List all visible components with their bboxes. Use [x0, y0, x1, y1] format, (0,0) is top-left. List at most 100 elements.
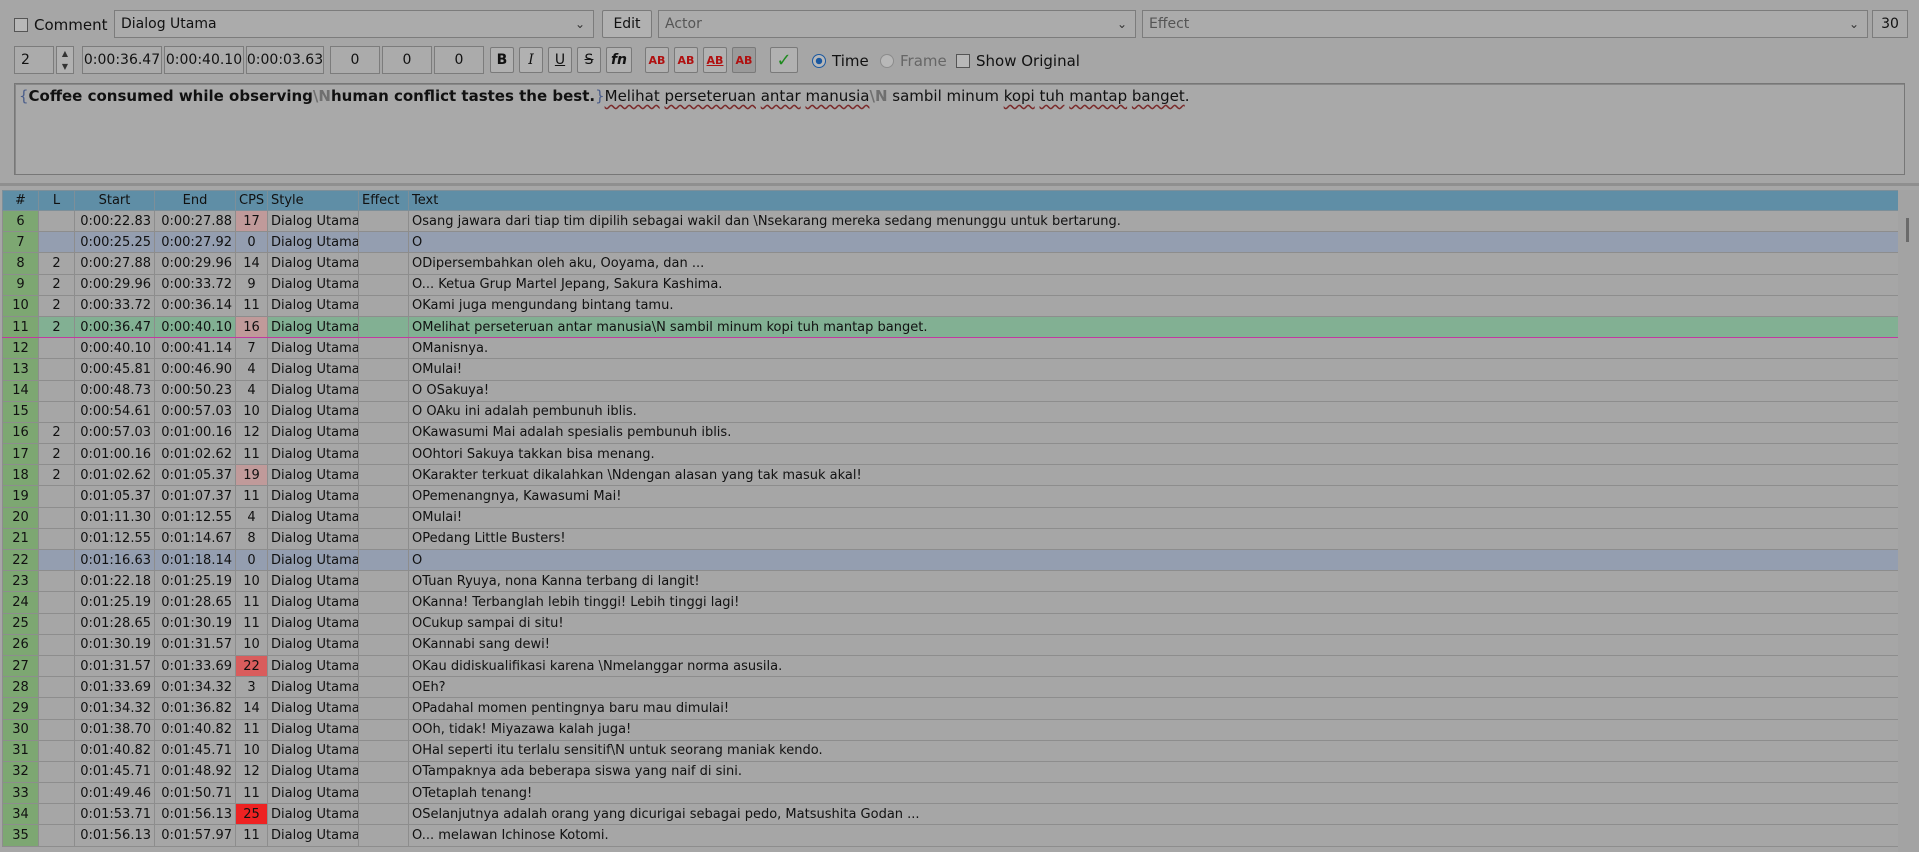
- table-row[interactable]: 9 2 0:00:29.96 0:00:33.72 9 Dialog Utama O... …: [2, 273, 1898, 296]
- cell-style: Dialog Utama: [267, 612, 359, 635]
- cell-end-time: 0:01:30.19: [154, 612, 236, 635]
- table-row[interactable]: 7 0:00:25.25 0:00:27.92 0 Dialog Utama O: [2, 231, 1898, 254]
- cell-cps: 12: [235, 421, 268, 445]
- style-dropdown[interactable]: Dialog Utama ⌄: [114, 10, 594, 38]
- actor-dropdown[interactable]: Actor ⌄: [658, 10, 1136, 38]
- bold-button[interactable]: B: [490, 47, 514, 73]
- column-header-number[interactable]: #: [2, 190, 39, 211]
- margin-right-field[interactable]: 0: [382, 46, 432, 74]
- table-row[interactable]: 13 0:00:45.81 0:00:46.90 4 Dialog Utama OMula…: [2, 358, 1898, 381]
- show-original-box[interactable]: [956, 54, 970, 68]
- frame-radio-dot[interactable]: [880, 54, 894, 68]
- cell-start-time: 0:01:16.63: [74, 548, 155, 572]
- scrollbar-thumb[interactable]: [1906, 218, 1909, 242]
- table-row[interactable]: 35 0:01:56.13 0:01:57.97 11 Dialog Utama O...…: [2, 824, 1898, 847]
- time-radio-dot[interactable]: [812, 54, 826, 68]
- spin-down-icon[interactable]: ▼: [62, 62, 68, 71]
- table-row[interactable]: 21 0:01:12.55 0:01:14.67 8 Dialog Utama OPeda…: [2, 527, 1898, 551]
- cell-layer: [38, 231, 75, 254]
- table-row[interactable]: 26 0:01:30.19 0:01:31.57 10 Dialog Utama OKan…: [2, 633, 1898, 656]
- cell-number: 16: [2, 421, 39, 445]
- cell-style: Dialog Utama: [267, 443, 359, 466]
- table-row[interactable]: 17 2 0:01:00.16 0:01:02.62 11 Dialog Utama OOh…: [2, 443, 1898, 466]
- grid-scrollbar[interactable]: [1898, 190, 1919, 852]
- table-row[interactable]: 12 0:00:40.10 0:00:41.14 7 Dialog Utama OMani…: [2, 337, 1898, 360]
- cell-number: 15: [2, 400, 39, 423]
- show-original-checkbox[interactable]: Show Original: [956, 52, 1080, 70]
- cell-number: 10: [2, 294, 39, 317]
- table-row[interactable]: 11 2 0:00:36.47 0:00:40.10 16 Dialog Utama OMe…: [2, 315, 1898, 339]
- table-row[interactable]: 14 0:00:48.73 0:00:50.23 4 Dialog Utama O OSa…: [2, 379, 1898, 402]
- strikeout-button[interactable]: S: [577, 47, 601, 73]
- table-row[interactable]: 29 0:01:34.32 0:01:36.82 14 Dialog Utama OPad…: [2, 697, 1898, 720]
- margin-vertical-field[interactable]: 0: [434, 46, 484, 74]
- cell-end-time: 0:01:12.55: [154, 506, 236, 529]
- table-row[interactable]: 30 0:01:38.70 0:01:40.82 11 Dialog Utama OOh,…: [2, 718, 1898, 741]
- editor-word: antar: [760, 87, 801, 105]
- cell-effect: [358, 209, 409, 233]
- column-header-start[interactable]: Start: [74, 190, 155, 211]
- edit-style-button[interactable]: Edit: [602, 10, 652, 38]
- cell-cps: 11: [235, 612, 268, 635]
- cell-cps: 11: [235, 485, 268, 508]
- spin-up-icon[interactable]: ▲: [62, 49, 68, 58]
- shadow-color-button[interactable]: AB: [732, 47, 756, 73]
- margin-left-field[interactable]: 0: [330, 46, 380, 74]
- cell-cps: 9: [235, 273, 268, 296]
- underline-button[interactable]: U: [548, 47, 572, 73]
- table-row[interactable]: 10 2 0:00:33.72 0:00:36.14 11 Dialog Utama OKa…: [2, 294, 1898, 317]
- start-time-field[interactable]: 0:00:36.47: [82, 46, 162, 74]
- pane-splitter[interactable]: [0, 183, 1919, 186]
- table-row[interactable]: 20 0:01:11.30 0:01:12.55 4 Dialog Utama OMula…: [2, 506, 1898, 529]
- time-radio[interactable]: Time: [812, 52, 869, 70]
- primary-color-button[interactable]: AB: [645, 47, 669, 73]
- table-row[interactable]: 19 0:01:05.37 0:01:07.37 11 Dialog Utama OPem…: [2, 485, 1898, 508]
- layer-spinner[interactable]: ▲ ▼: [56, 46, 74, 74]
- outline-color-button[interactable]: AB: [703, 47, 727, 73]
- table-row[interactable]: 33 0:01:49.46 0:01:50.71 11 Dialog Utama OTet…: [2, 782, 1898, 805]
- editor-comment-part1: Coffee consumed while observing: [28, 87, 313, 105]
- table-row[interactable]: 28 0:01:33.69 0:01:34.32 3 Dialog Utama OEh?: [2, 676, 1898, 699]
- cell-end-time: 0:01:33.69: [154, 654, 236, 678]
- column-header-effect[interactable]: Effect: [358, 190, 409, 211]
- table-row[interactable]: 34 0:01:53.71 0:01:56.13 25 Dialog Utama OSel…: [2, 803, 1898, 826]
- table-row[interactable]: 22 0:01:16.63 0:01:18.14 0 Dialog Utama O: [2, 548, 1898, 572]
- cell-text: O OSakuya!: [408, 379, 1898, 402]
- cell-layer: 2: [38, 443, 75, 466]
- editor-comment-part2: human conflict tastes the best.: [330, 87, 596, 105]
- column-header-text[interactable]: Text: [408, 190, 1898, 211]
- cell-style: Dialog Utama: [267, 548, 359, 572]
- table-row[interactable]: 8 2 0:00:27.88 0:00:29.96 14 Dialog Utama ODip…: [2, 252, 1898, 275]
- subtitle-text-editor[interactable]: {Coffee consumed while observing\Nhuman …: [14, 83, 1905, 175]
- effect-dropdown[interactable]: Effect ⌄: [1142, 10, 1868, 38]
- table-row[interactable]: 24 0:01:25.19 0:01:28.65 11 Dialog Utama OKan…: [2, 591, 1898, 614]
- duration-field[interactable]: 0:00:03.63: [246, 46, 324, 74]
- frame-radio[interactable]: Frame: [880, 52, 947, 70]
- table-row[interactable]: 6 0:00:22.83 0:00:27.88 17 Dialog Utama Osang…: [2, 209, 1898, 233]
- cell-style: Dialog Utama: [267, 358, 359, 381]
- commit-icon[interactable]: ✓: [770, 47, 798, 73]
- column-header-layer[interactable]: L: [38, 190, 75, 211]
- table-row[interactable]: 32 0:01:45.71 0:01:48.92 12 Dialog Utama OTam…: [2, 760, 1898, 784]
- table-row[interactable]: 16 2 0:00:57.03 0:01:00.16 12 Dialog Utama OKa…: [2, 421, 1898, 445]
- cell-text: OKawasumi Mai adalah spesialis pembunuh …: [408, 421, 1898, 445]
- font-button[interactable]: fn: [606, 47, 632, 73]
- table-row[interactable]: 18 2 0:01:02.62 0:01:05.37 19 Dialog Utama OKa…: [2, 464, 1898, 487]
- end-time-field[interactable]: 0:00:40.10: [164, 46, 244, 74]
- table-row[interactable]: 27 0:01:31.57 0:01:33.69 22 Dialog Utama OKau…: [2, 654, 1898, 678]
- column-header-style[interactable]: Style: [267, 190, 359, 211]
- comment-checkbox[interactable]: Comment: [14, 16, 108, 34]
- italic-button[interactable]: I: [519, 47, 543, 73]
- cell-end-time: 0:01:14.67: [154, 527, 236, 551]
- column-header-cps[interactable]: CPS: [235, 190, 268, 211]
- secondary-color-button[interactable]: AB: [674, 47, 698, 73]
- table-row[interactable]: 31 0:01:40.82 0:01:45.71 10 Dialog Utama OHal…: [2, 739, 1898, 762]
- table-row[interactable]: 25 0:01:28.65 0:01:30.19 11 Dialog Utama OCuk…: [2, 612, 1898, 635]
- editor-linebreak-1: \N: [312, 87, 331, 105]
- layer-field[interactable]: 2: [14, 46, 54, 74]
- table-row[interactable]: 15 0:00:54.61 0:00:57.03 10 Dialog Utama O OA…: [2, 400, 1898, 423]
- cell-text: O OAku ini adalah pembunuh iblis.: [408, 400, 1898, 423]
- table-row[interactable]: 23 0:01:22.18 0:01:25.19 10 Dialog Utama OTua…: [2, 570, 1898, 593]
- comment-checkbox-box[interactable]: [14, 18, 28, 32]
- column-header-end[interactable]: End: [154, 190, 236, 211]
